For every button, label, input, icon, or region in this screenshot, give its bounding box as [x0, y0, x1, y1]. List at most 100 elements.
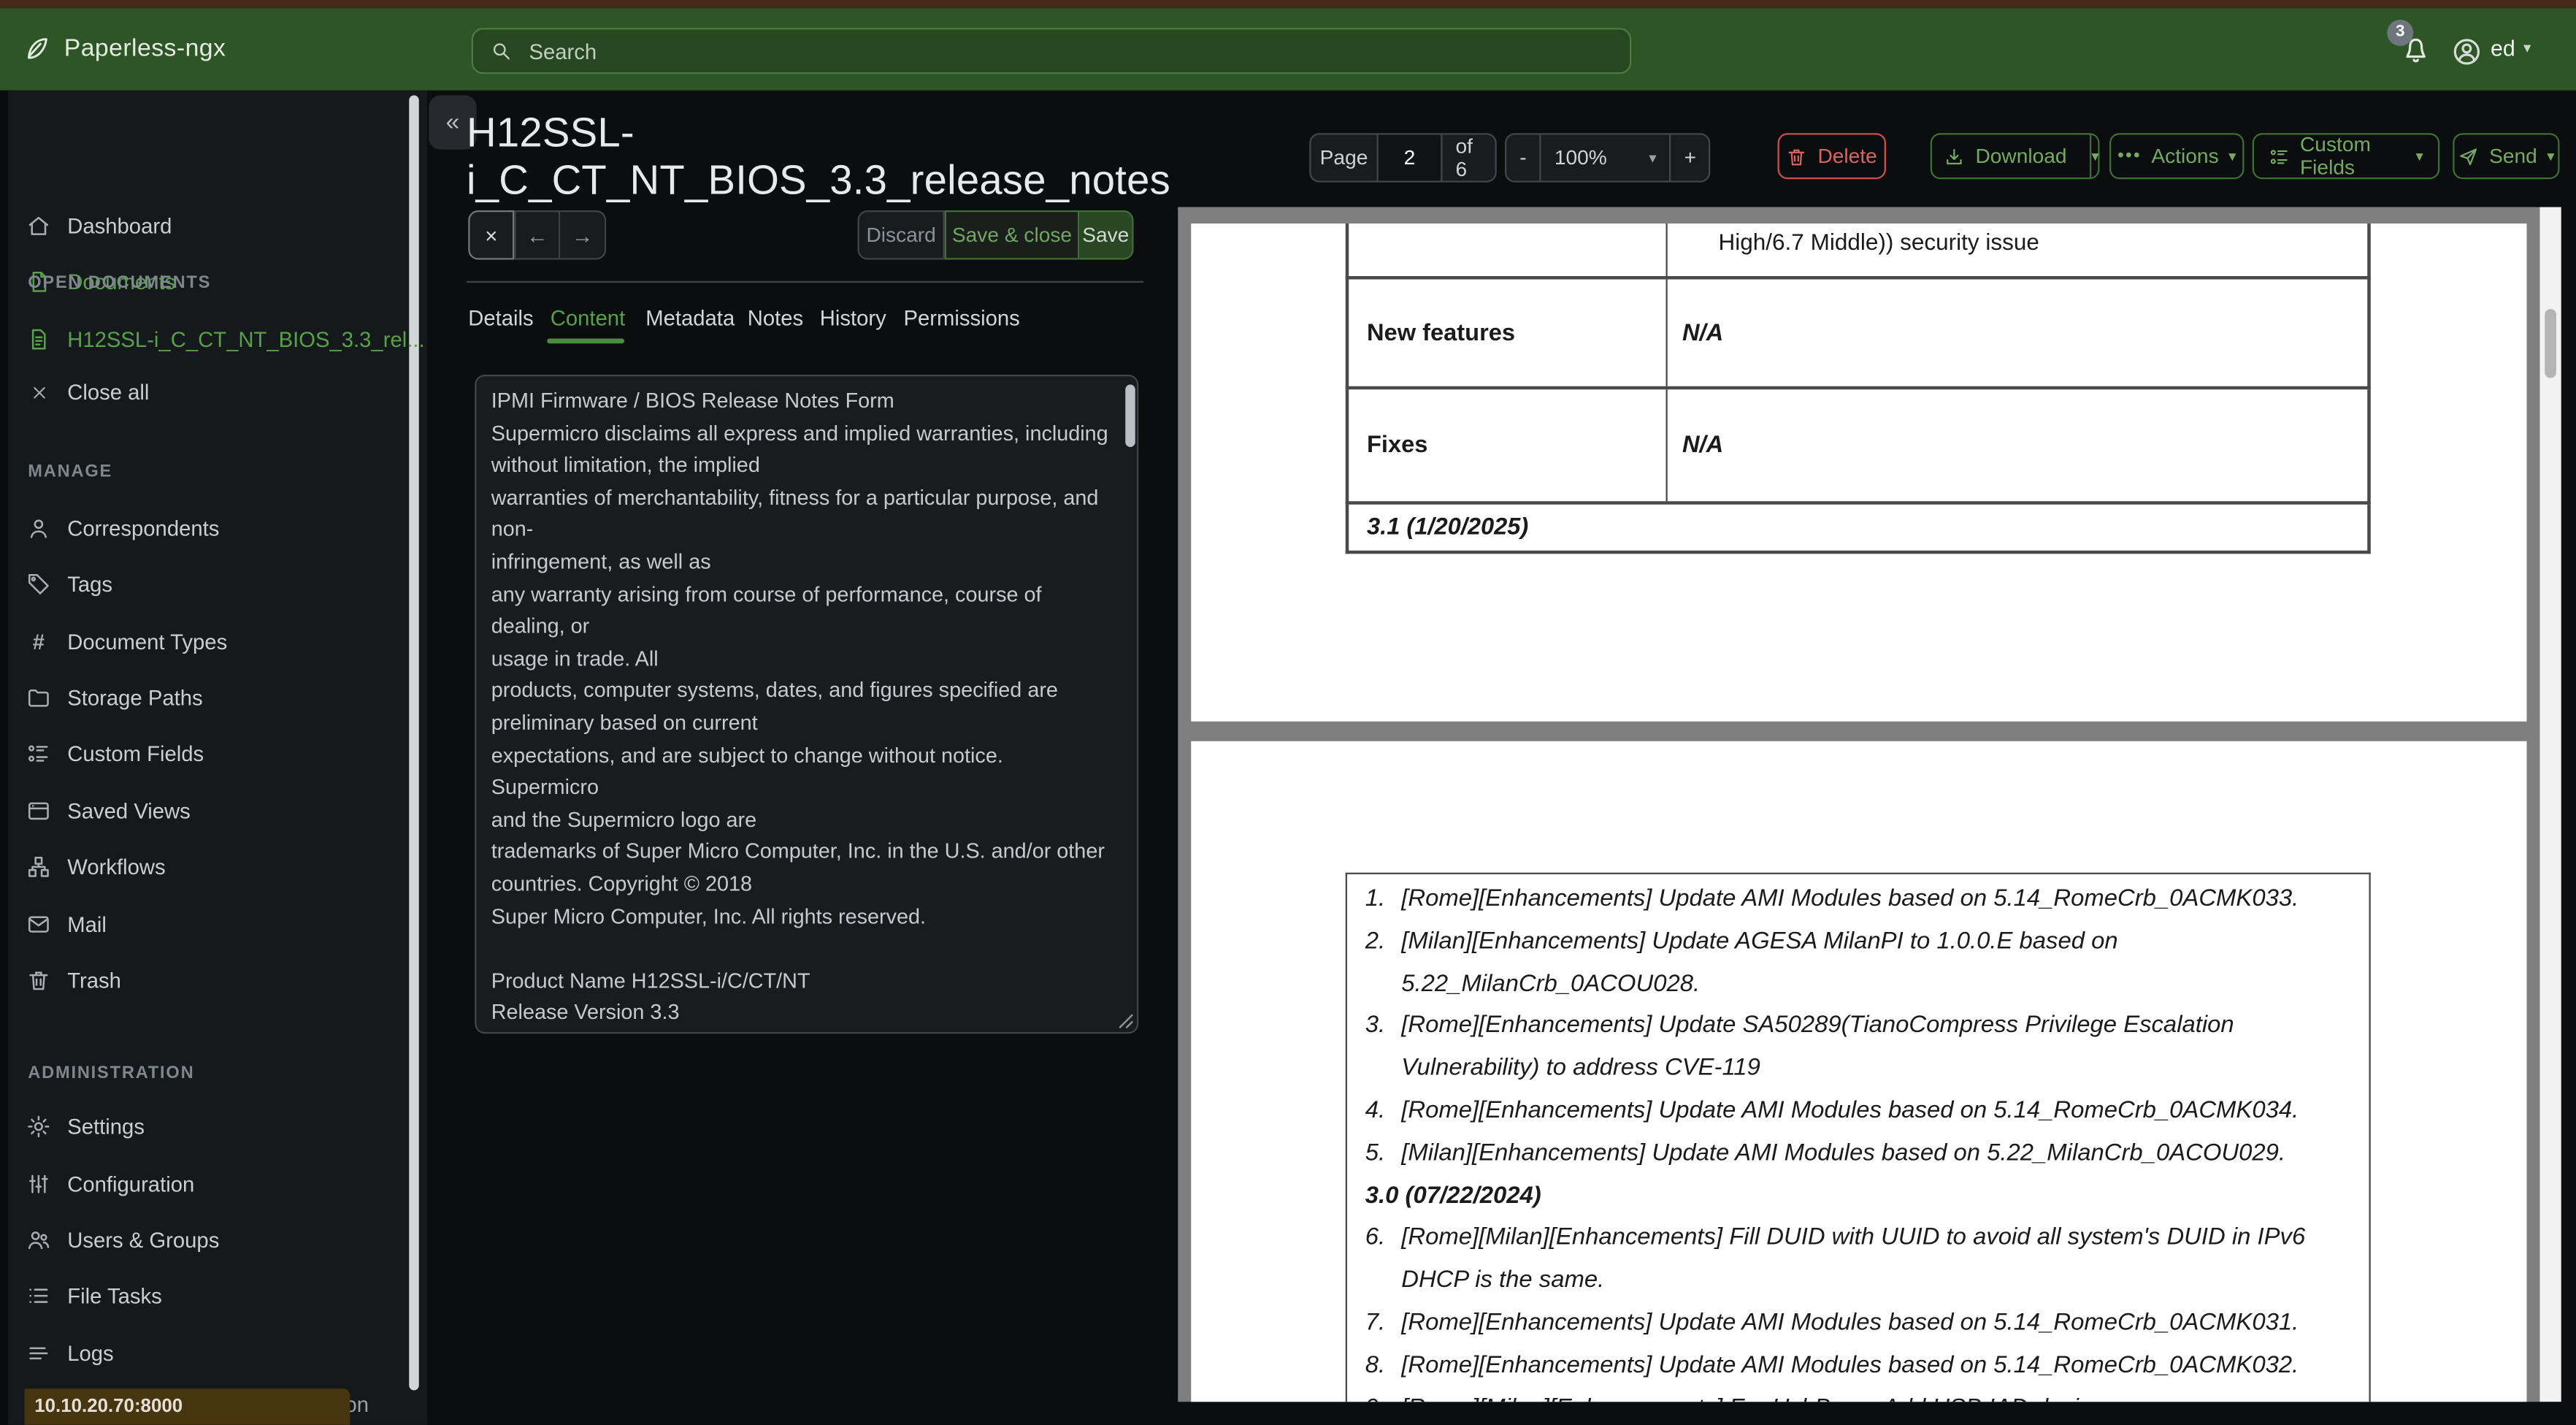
table-row-fixes: Fixes N/A — [1345, 389, 2371, 505]
release-notes-table: High/6.7 Middle)) security issue New fea… — [1345, 224, 2371, 554]
manage-header: MANAGE — [28, 462, 113, 482]
send-button[interactable]: Send ▾ — [2453, 133, 2560, 180]
custom-fields-button[interactable]: Custom Fields ▾ — [2252, 133, 2440, 180]
people-icon — [26, 1228, 51, 1253]
pdf-scrollbar-thumb[interactable] — [2545, 309, 2556, 378]
list-item: 8. [Rome][Enhancements] Update AMI Modul… — [1365, 1352, 2299, 1379]
next-document-button[interactable]: → — [560, 210, 607, 260]
brand[interactable]: Paperless-ngx — [23, 7, 226, 90]
list-item: 5. [Milan][Enhancements] Update AMI Modu… — [1365, 1140, 2285, 1167]
divider — [467, 280, 1143, 283]
lines-icon — [26, 1340, 51, 1365]
sidebar-item-open-document[interactable]: H12SSL-i_C_CT_NT_BIOS_3.3_rel... — [26, 323, 425, 356]
zoom-controls: - 100% ▾ + — [1505, 133, 1711, 183]
tab-permissions[interactable]: Permissions — [904, 306, 1020, 331]
sidebar-item-configuration[interactable]: Configuration — [26, 1167, 194, 1200]
search-icon — [490, 39, 513, 63]
main-content: « H12SSL-i_C_CT_NT_BIOS_3.3_release_note… — [427, 90, 2576, 1425]
save-button[interactable]: Save — [1079, 210, 1134, 260]
table-row-version: 3.1 (1/20/2025) — [1345, 504, 2371, 554]
sidebar-item-file-tasks[interactable]: File Tasks — [26, 1280, 162, 1313]
sidebar-item-mail[interactable]: Mail — [26, 907, 107, 940]
workflows-icon — [26, 855, 51, 879]
tab-metadata[interactable]: Metadata — [645, 306, 735, 331]
sidebar-item-settings[interactable]: Settings — [26, 1110, 145, 1143]
zoom-in-button[interactable]: + — [1671, 135, 1709, 181]
sidebar-item-logs[interactable]: Logs — [26, 1336, 114, 1369]
app-header: Paperless-ngx 3 ed ▾ — [0, 7, 2576, 90]
browser-status-url: 10.10.20.70:8000 — [24, 1388, 350, 1425]
home-icon — [26, 214, 51, 239]
pdf-preview[interactable]: High/6.7 Middle)) security issue New fea… — [1178, 207, 2561, 1402]
folder-icon — [26, 685, 51, 710]
previous-document-button[interactable]: ← — [514, 210, 561, 260]
list-item: 1. [Rome][Enhancements] Update AMI Modul… — [1365, 885, 2299, 912]
close-document-button[interactable]: × — [468, 210, 515, 260]
sidebar-item-saved-views[interactable]: Saved Views — [26, 794, 191, 827]
partial-cell-text: High/6.7 Middle)) security issue — [1718, 228, 2039, 255]
zoom-out-button[interactable]: - — [1506, 134, 1541, 181]
gear-icon — [26, 1115, 51, 1139]
pdf-scrollbar-track[interactable] — [2539, 207, 2561, 1402]
sidebar-item-workflows[interactable]: Workflows — [26, 850, 166, 883]
sidebar-item-dashboard[interactable]: Dashboard — [26, 210, 172, 242]
download-caret-icon: ▾ — [2091, 147, 2099, 164]
file-text-icon — [26, 327, 51, 352]
paperless-app: Paperless-ngx 3 ed ▾ Dashboard — [0, 0, 2576, 1425]
page-title: H12SSL-i_C_CT_NT_BIOS_3.3_release_notes — [467, 109, 1170, 203]
tab-content[interactable]: Content — [551, 306, 625, 331]
person-icon — [26, 516, 51, 541]
administration-header: ADMINISTRATION — [28, 1062, 195, 1082]
sidebar-item-users-groups[interactable]: Users & Groups — [26, 1223, 219, 1256]
sidebar-scrollbar[interactable] — [409, 94, 419, 1390]
custom-fields-icon — [2269, 145, 2290, 167]
list-item: 7. [Rome][Enhancements] Update AMI Modul… — [1365, 1310, 2299, 1337]
sidebar-item-correspondents[interactable]: Correspondents — [26, 512, 219, 545]
active-tab-underline — [547, 338, 624, 344]
sidebar-item-tags[interactable]: Tags — [26, 568, 112, 600]
list-item: 4. [Rome][Enhancements] Update AMI Modul… — [1365, 1097, 2299, 1124]
task-list-icon — [26, 1283, 51, 1308]
page-label: Page — [1311, 134, 1379, 181]
tab-history[interactable]: History — [820, 306, 886, 331]
textarea-resize-handle[interactable] — [1116, 1011, 1134, 1029]
actions-button[interactable]: ••• Actions ▾ — [2109, 133, 2245, 180]
sidebar-item-custom-fields[interactable]: Custom Fields — [26, 737, 204, 770]
textarea-scrollbar[interactable] — [1125, 384, 1135, 447]
version-heading: 3.0 (07/22/2024) — [1365, 1183, 1541, 1210]
content-textarea[interactable]: IPMI Firmware / BIOS Release Notes Form … — [475, 375, 1139, 1034]
delete-button[interactable]: Delete — [1777, 133, 1886, 180]
username[interactable]: ed — [2491, 7, 2515, 90]
user-menu-caret-icon[interactable]: ▾ — [2523, 7, 2531, 90]
list-item: 9. [Rome][Milan][Enhancements] For UsbBu… — [1347, 1388, 2369, 1402]
tab-notes[interactable]: Notes — [748, 306, 803, 331]
sliders-icon — [26, 1171, 51, 1196]
browser-top-strip — [0, 0, 2576, 8]
tab-details[interactable]: Details — [468, 306, 533, 331]
send-caret-icon: ▾ — [2547, 147, 2555, 164]
page-input[interactable] — [1378, 134, 1443, 181]
list-item: 2. [Milan][Enhancements] Update AGESA Mi… — [1365, 928, 2118, 997]
save-and-close-button[interactable]: Save & close — [944, 210, 1080, 260]
zoom-level-select[interactable]: 100% ▾ — [1541, 134, 1671, 181]
search-input[interactable] — [526, 37, 1614, 65]
sidebar-item-storage-paths[interactable]: Storage Paths — [26, 681, 203, 714]
custom-fields-icon — [26, 741, 51, 766]
download-button: Download ▾ — [1930, 133, 2100, 180]
sidebar: Dashboard Documents OPEN DOCUMENTS H12SS… — [0, 89, 427, 1425]
download-main[interactable]: Download — [1931, 135, 2080, 178]
open-documents-header: OPEN DOCUMENTS — [28, 272, 212, 292]
discard-button[interactable]: Discard — [857, 210, 945, 260]
sidebar-item-trash[interactable]: Trash — [26, 964, 121, 997]
global-search[interactable] — [471, 28, 1632, 75]
sidebar-left-edge — [0, 89, 9, 1425]
sidebar-item-close-all[interactable]: Close all — [26, 375, 149, 408]
page-count-label: of 6 — [1455, 134, 1473, 181]
content-text: IPMI Firmware / BIOS Release Notes Form … — [491, 388, 1108, 1032]
user-avatar-icon[interactable] — [2451, 35, 2483, 66]
trash-icon — [26, 968, 51, 993]
hash-icon: # — [32, 628, 45, 654]
pdf-page-2: 1. [Rome][Enhancements] Update AMI Modul… — [1191, 741, 2527, 1402]
sidebar-item-document-types[interactable]: # Document Types — [26, 624, 227, 657]
download-dropdown-button[interactable]: ▾ — [2090, 134, 2099, 177]
